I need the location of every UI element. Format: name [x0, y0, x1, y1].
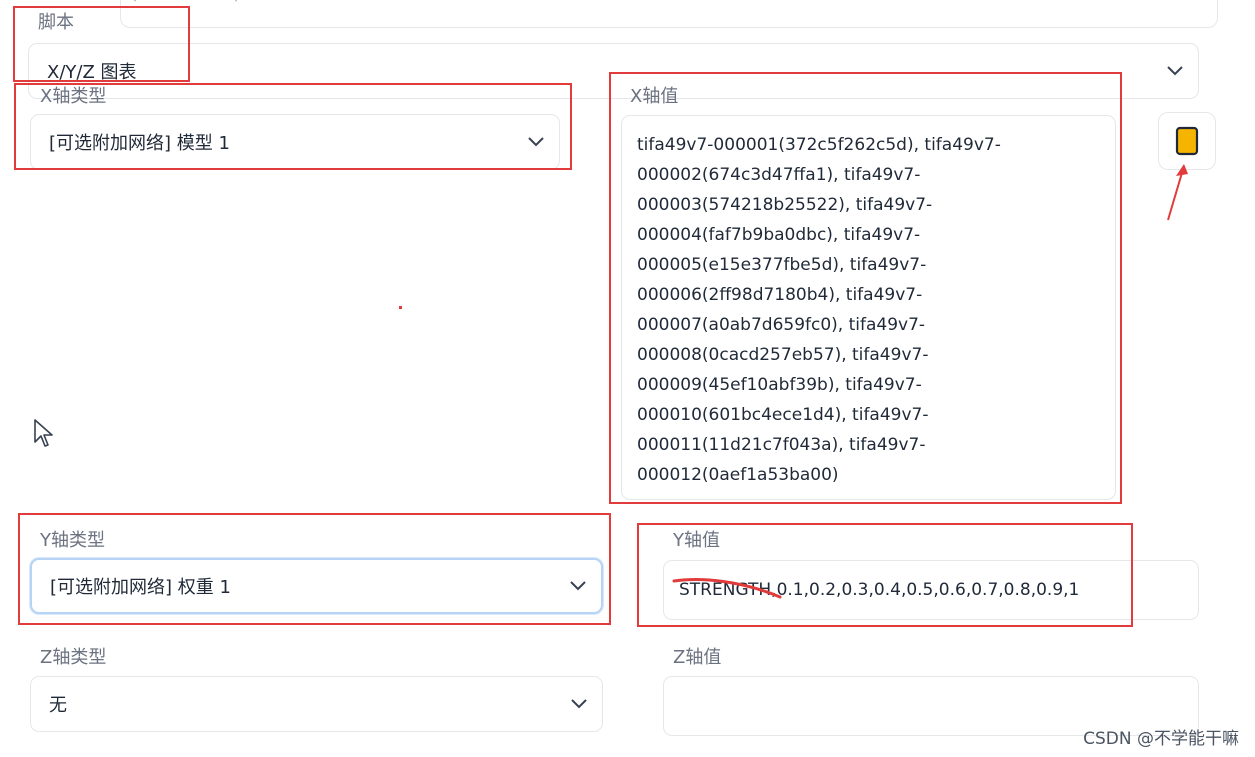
mouse-cursor-icon [34, 419, 53, 447]
x-axis-value-line: 000010(601bc4ece1d4), tifa49v7- [637, 405, 929, 425]
z-axis-type-select[interactable]: 无 [30, 676, 603, 732]
script-label: 脚本 [38, 12, 74, 33]
x-axis-value-line: 000009(45ef10abf39b), tifa49v7- [637, 375, 922, 395]
x-axis-type-label: X轴类型 [40, 86, 107, 107]
chevron-down-icon [1152, 44, 1198, 98]
xyz-plot-settings: (... ... ... ... ...) 脚本 X/Y/Z 图表 X轴类型 [… [0, 0, 1255, 757]
x-axis-value-line: 000012(0aef1a53ba00) [637, 465, 839, 485]
script-select[interactable]: X/Y/Z 图表 [28, 43, 1199, 99]
script-selected-value: X/Y/Z 图表 [47, 62, 137, 83]
chevron-down-icon [555, 560, 601, 612]
x-axis-value-line: 000005(e15e377fbe5d), tifa49v7- [637, 255, 927, 275]
chevron-down-icon [513, 115, 559, 169]
y-axis-values-input[interactable]: STRENGTH,0.1,0.2,0.3,0.4,0.5,0.6,0.7,0.8… [663, 560, 1199, 620]
x-axis-values-textarea[interactable]: tifa49v7-000001(372c5f262c5d), tifa49v7-… [621, 115, 1116, 500]
x-axis-value-line: 000011(11d21c7f043a), tifa49v7- [637, 435, 926, 455]
top-partial-text: (... ... ... ... ...) [121, 0, 240, 3]
x-axis-type-select[interactable]: [可选附加网络] 模型 1 [30, 114, 560, 170]
top-partial-field: (... ... ... ... ...) [120, 0, 1218, 28]
y-axis-type-value: [可选附加网络] 权重 1 [50, 577, 231, 598]
z-axis-type-label: Z轴类型 [40, 647, 107, 668]
x-axis-values-label: X轴值 [630, 86, 679, 107]
y-axis-type-label: Y轴类型 [40, 530, 105, 551]
y-axis-values-label: Y轴值 [673, 530, 720, 551]
x-axis-type-value: [可选附加网络] 模型 1 [49, 133, 230, 154]
x-axis-value-line: 000008(0cacd257eb57), tifa49v7- [637, 345, 929, 365]
yellow-card-icon [1175, 126, 1199, 156]
x-axis-value-line: 000006(2ff98d7180b4), tifa49v7- [637, 285, 923, 305]
fill-values-button[interactable] [1158, 112, 1216, 170]
y-axis-type-select[interactable]: [可选附加网络] 权重 1 [30, 558, 603, 614]
x-axis-value-line: 000004(faf7b9ba0dbc), tifa49v7- [637, 225, 921, 245]
z-axis-values-label: Z轴值 [673, 647, 722, 668]
z-axis-type-value: 无 [49, 695, 67, 716]
red-dot-annotation [399, 306, 402, 309]
x-axis-value-line: tifa49v7-000001(372c5f262c5d), tifa49v7- [637, 135, 1001, 155]
x-axis-value-line: 000003(574218b25522), tifa49v7- [637, 195, 933, 215]
chevron-down-icon [556, 677, 602, 731]
x-axis-value-line: 000007(a0ab7d659fc0), tifa49v7- [637, 315, 926, 335]
watermark-text: CSDN @不学能干嘛 [1083, 729, 1239, 749]
x-axis-value-line: 000002(674c3d47ffa1), tifa49v7- [637, 165, 921, 185]
